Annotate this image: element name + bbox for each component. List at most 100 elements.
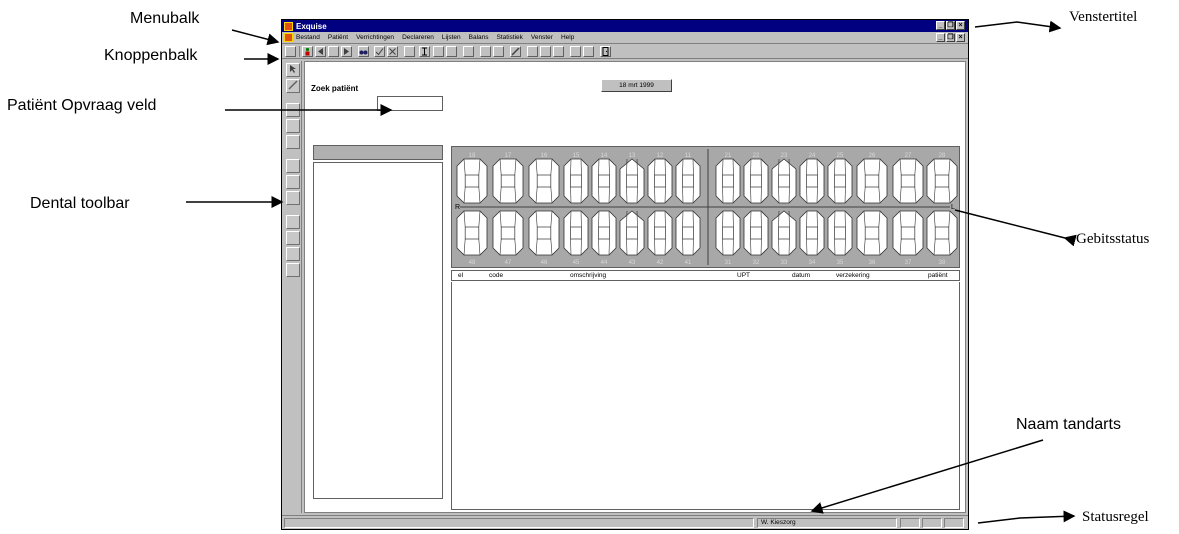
column-el[interactable]: el bbox=[458, 272, 463, 279]
toolbar-button-search[interactable] bbox=[358, 46, 369, 57]
toolbar-button-pen[interactable] bbox=[510, 46, 521, 57]
annotation-dental-toolbar: Dental toolbar bbox=[30, 195, 130, 212]
menu-patient[interactable]: Patiënt bbox=[328, 34, 348, 41]
toolbar-button-check[interactable] bbox=[374, 46, 385, 57]
toolbar-button-2[interactable] bbox=[328, 46, 339, 57]
tooth-45[interactable] bbox=[563, 210, 589, 256]
toolbar-button-12[interactable] bbox=[570, 46, 581, 57]
tooth-35[interactable] bbox=[827, 210, 853, 256]
dental-tool-4[interactable] bbox=[286, 159, 300, 173]
column-upt[interactable]: UPT bbox=[737, 272, 750, 279]
tooth-11[interactable] bbox=[675, 158, 701, 204]
document-icon[interactable] bbox=[284, 33, 293, 42]
tooth-48[interactable] bbox=[456, 210, 488, 256]
menu-venster[interactable]: Venster bbox=[531, 34, 553, 41]
patient-search-input[interactable] bbox=[377, 96, 443, 111]
title-bar[interactable]: Exquise _ ❐ × bbox=[282, 20, 968, 32]
toolbar-button-8[interactable] bbox=[493, 46, 504, 57]
toolbar-button-back[interactable] bbox=[315, 46, 326, 57]
tooth-22[interactable] bbox=[743, 158, 769, 204]
toolbar-button-5[interactable] bbox=[446, 46, 457, 57]
column-patient[interactable]: patiënt bbox=[928, 272, 948, 279]
dental-tool-1[interactable] bbox=[286, 103, 300, 117]
dental-tool-3[interactable] bbox=[286, 135, 300, 149]
dental-tool-6[interactable] bbox=[286, 191, 300, 205]
tooth-31[interactable] bbox=[715, 210, 741, 256]
tooth-16[interactable] bbox=[528, 158, 560, 204]
minimize-button[interactable]: _ bbox=[936, 21, 945, 30]
tooth-14[interactable] bbox=[591, 158, 617, 204]
tooth-37[interactable] bbox=[892, 210, 924, 256]
tooth-24[interactable] bbox=[799, 158, 825, 204]
column-datum[interactable]: datum bbox=[792, 272, 810, 279]
tooth-41[interactable] bbox=[675, 210, 701, 256]
tooth-46[interactable] bbox=[528, 210, 560, 256]
doc-close-button[interactable]: × bbox=[956, 33, 965, 42]
toolbar-button-6[interactable] bbox=[463, 46, 474, 57]
tooth-27[interactable] bbox=[892, 158, 924, 204]
tooth-34[interactable] bbox=[799, 210, 825, 256]
dental-tool-pen[interactable] bbox=[286, 79, 300, 93]
toolbar-button-4[interactable] bbox=[433, 46, 444, 57]
tooth-15[interactable] bbox=[563, 158, 589, 204]
dental-tool-2[interactable] bbox=[286, 119, 300, 133]
toolbar-button-10[interactable] bbox=[540, 46, 551, 57]
toolbar-button-door[interactable] bbox=[600, 46, 611, 57]
tooth-44[interactable] bbox=[591, 210, 617, 256]
menu-verrichtingen[interactable]: Verrichtingen bbox=[356, 34, 394, 41]
toolbar-button-cancel[interactable] bbox=[387, 46, 398, 57]
date-button[interactable]: 18 mrt 1999 bbox=[601, 79, 672, 92]
status-cell-3 bbox=[944, 518, 964, 528]
tooth-36[interactable] bbox=[856, 210, 888, 256]
tooth-25[interactable] bbox=[827, 158, 853, 204]
toolbar-button-3[interactable] bbox=[404, 46, 415, 57]
app-icon[interactable] bbox=[284, 21, 293, 31]
tooth-38[interactable] bbox=[926, 210, 958, 256]
application-window: Exquise _ ❐ × Bestand Patiënt Verrichtin… bbox=[281, 19, 969, 530]
toolbar-button-7[interactable] bbox=[480, 46, 491, 57]
tooth-33[interactable] bbox=[771, 210, 797, 256]
tooth-43[interactable] bbox=[619, 210, 645, 256]
toolbar-button-patient[interactable] bbox=[302, 46, 313, 57]
tooth-32[interactable] bbox=[743, 210, 769, 256]
close-button[interactable]: × bbox=[956, 21, 965, 30]
tooth-47[interactable] bbox=[492, 210, 524, 256]
status-message bbox=[284, 518, 754, 528]
tooth-18[interactable] bbox=[456, 158, 488, 204]
doc-minimize-button[interactable]: _ bbox=[936, 33, 945, 42]
dental-tool-9[interactable] bbox=[286, 247, 300, 261]
tooth-21[interactable] bbox=[715, 158, 741, 204]
tooth-42[interactable] bbox=[647, 210, 673, 256]
doc-maximize-button[interactable]: ❐ bbox=[946, 33, 955, 42]
tooth-23[interactable] bbox=[771, 158, 797, 204]
dental-tool-pointer[interactable] bbox=[286, 63, 300, 77]
patient-list[interactable] bbox=[313, 162, 443, 499]
menu-lijsten[interactable]: Lijsten bbox=[442, 34, 461, 41]
toolbar-button-9[interactable] bbox=[527, 46, 538, 57]
menu-bestand[interactable]: Bestand bbox=[296, 34, 320, 41]
column-omschrijving[interactable]: omschrijving bbox=[570, 272, 606, 279]
toolbar-button-forward[interactable] bbox=[341, 46, 352, 57]
toolbar-button-new[interactable] bbox=[285, 46, 296, 57]
menu-declareren[interactable]: Declareren bbox=[402, 34, 434, 41]
tooth-13[interactable] bbox=[619, 158, 645, 204]
toolbar-button-11[interactable] bbox=[553, 46, 564, 57]
maximize-button[interactable]: ❐ bbox=[946, 21, 955, 30]
dental-tool-7[interactable] bbox=[286, 215, 300, 229]
dental-tool-8[interactable] bbox=[286, 231, 300, 245]
menu-help[interactable]: Help bbox=[561, 34, 574, 41]
tooth-12[interactable] bbox=[647, 158, 673, 204]
treatment-table-body[interactable] bbox=[451, 282, 960, 510]
dental-tool-5[interactable] bbox=[286, 175, 300, 189]
menu-statistiek[interactable]: Statistiek bbox=[497, 34, 523, 41]
column-verzekering[interactable]: verzekering bbox=[836, 272, 870, 279]
tooth-28[interactable] bbox=[926, 158, 958, 204]
tooth-26[interactable] bbox=[856, 158, 888, 204]
tooth-number-27: 27 bbox=[905, 153, 912, 159]
toolbar-button-text[interactable] bbox=[419, 46, 430, 57]
tooth-17[interactable] bbox=[492, 158, 524, 204]
dental-tool-10[interactable] bbox=[286, 263, 300, 277]
column-code[interactable]: code bbox=[489, 272, 503, 279]
menu-balans[interactable]: Balans bbox=[469, 34, 489, 41]
toolbar-button-13[interactable] bbox=[583, 46, 594, 57]
